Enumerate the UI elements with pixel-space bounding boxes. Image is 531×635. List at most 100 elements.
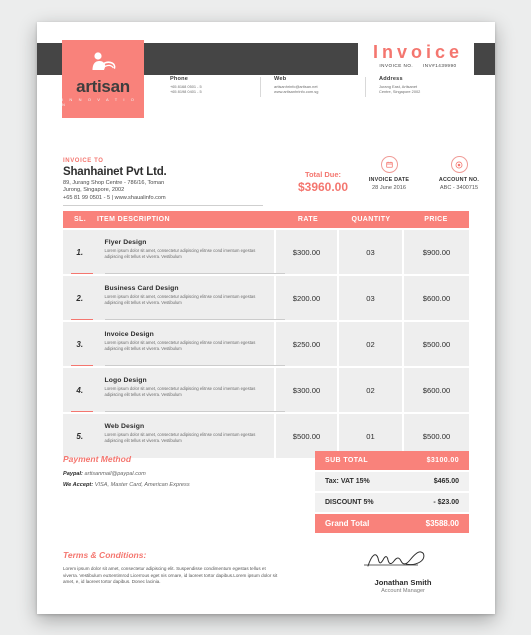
totals-block: SUB TOTAL $3100.00 Tax: VAT 15% $465.00 … — [315, 451, 469, 533]
signer-role: Account Manager — [381, 588, 425, 594]
contact-value: +65 8198 0401 - 5 — [170, 89, 202, 95]
cell-quantity: 03 — [339, 276, 403, 320]
discount-label: DISCOUNT 5% — [325, 499, 374, 506]
cell-price: $500.00 — [404, 322, 469, 366]
row-divider — [105, 273, 285, 274]
discount-row: DISCOUNT 5% - $23.00 — [315, 493, 469, 512]
row-divider — [105, 319, 285, 320]
cell-price: $600.00 — [404, 276, 469, 320]
grand-total-row: Grand Total $3588.00 — [315, 514, 469, 533]
contact-label: Phone — [170, 76, 189, 82]
cell-sl: 1. — [63, 230, 97, 274]
cell-rate: $200.00 — [275, 276, 338, 320]
company-logo: artisan I N N O V A T I O N — [62, 40, 144, 118]
total-due-block: Total Due: $3960.00 — [289, 170, 357, 194]
item-title: Flyer Design — [104, 239, 147, 246]
table-row: 4. Logo Design Lorem ipsum dolor sit ame… — [63, 368, 469, 412]
bill-to-divider — [63, 205, 263, 206]
item-description: Lorem ipsum dolor sit amet, consectetur … — [104, 248, 256, 259]
account-number-label: ACCOUNT NO. — [438, 177, 480, 183]
contact-block-phone: Phone +65 8168 0501 - 5 +65 8198 0401 - … — [170, 76, 260, 94]
bill-to-block: INVOICE TO Shanhainet Pvt Ltd. 89, Juran… — [63, 158, 263, 202]
column-header-sl: SL. — [73, 216, 87, 223]
artisan-craftsman-icon — [90, 51, 116, 76]
invoice-date-block: INVOICE DATE 28 June 2016 — [349, 156, 429, 191]
contact-label: Address — [379, 76, 403, 82]
cell-sl: 2. — [63, 276, 97, 320]
item-description: Lorem ipsum dolor sit amet, consectetur … — [104, 386, 256, 397]
tax-value: $465.00 — [433, 478, 459, 485]
cell-quantity: 02 — [339, 322, 403, 366]
invoice-document: Invoice INVOICE NO. INV#1439990 artisan … — [37, 22, 495, 614]
signer-name: Jonathan Smith — [374, 578, 432, 587]
cell-quantity: 02 — [339, 368, 403, 412]
cell-price: $600.00 — [404, 368, 469, 412]
grand-total-label: Grand Total — [325, 519, 370, 528]
cell-rate: $300.00 — [275, 368, 338, 412]
page-title: Invoice — [372, 42, 464, 62]
table-row: 3. Invoice Design Lorem ipsum dolor sit … — [63, 322, 469, 366]
subtotal-row: SUB TOTAL $3100.00 — [315, 451, 469, 470]
contact-label: Web — [274, 76, 287, 82]
cell-rate: $250.00 — [275, 322, 338, 366]
accepted-cards-line: We Accept: VISA, Master Card, American E… — [63, 482, 283, 488]
contact-block-address: Address Jurang East, Artisanet Centre, S… — [365, 76, 470, 98]
terms-title: Terms & Conditions: — [63, 550, 147, 560]
cell-sl: 4. — [63, 368, 97, 412]
invoice-number-line: INVOICE NO. INV#1439990 — [358, 63, 478, 68]
row-divider — [105, 365, 285, 366]
account-number-block: ACCOUNT NO. ABC - 3400715 — [419, 156, 495, 191]
cell-sl: 5. — [63, 414, 97, 458]
contact-value: Centre, Singapore 2002 — [379, 89, 421, 95]
calendar-icon — [380, 156, 398, 173]
contact-value: www.artisanhrinfo.com.sg — [274, 89, 319, 95]
line-items-table: SL. ITEM DESCRIPTION RATE QUANTITY PRICE… — [63, 211, 469, 458]
table-row: 2. Business Card Design Lorem ipsum dolo… — [63, 276, 469, 320]
bill-to-label: INVOICE TO — [63, 158, 104, 164]
cell-description: Business Card Design Lorem ipsum dolor s… — [96, 276, 274, 320]
invoice-number-value: INV#1439990 — [423, 63, 457, 68]
logo-tagline: I N N O V A T I O N — [62, 97, 137, 107]
payment-method-block: Payment Method Paypal: artisanmail@paypa… — [63, 454, 283, 493]
tax-row: Tax: VAT 15% $465.00 — [315, 472, 469, 491]
cell-sl: 3. — [63, 322, 97, 366]
paypal-label: Paypal: — [63, 471, 83, 477]
terms-block: Terms & Conditions: Lorem ipsum dolor si… — [63, 550, 278, 586]
client-contact-line: +65 81 99 0501 - 5 | www.shaualinfo.com — [63, 194, 166, 201]
logo-wordmark: artisan — [76, 77, 130, 96]
table-header-row: SL. ITEM DESCRIPTION RATE QUANTITY PRICE — [63, 211, 469, 228]
client-address-line-2: Jurong, Singapore, 2002 — [63, 187, 125, 194]
account-number-value: ABC - 3400715 — [439, 185, 479, 191]
row-accent-marker — [71, 410, 93, 412]
item-title: Business Card Design — [104, 285, 179, 292]
signature-block: Jonathan Smith Account Manager — [337, 546, 469, 594]
item-title: Invoice Design — [104, 331, 154, 338]
column-header-rate: RATE — [297, 216, 319, 223]
item-description: Lorem ipsum dolor sit amet, consectetur … — [104, 294, 256, 305]
column-header-price: PRICE — [424, 216, 448, 223]
discount-value: - $23.00 — [433, 499, 459, 506]
item-description: Lorem ipsum dolor sit amet, consectetur … — [104, 432, 256, 443]
tax-label: Tax: VAT 15% — [325, 478, 370, 485]
cell-description: Invoice Design Lorem ipsum dolor sit ame… — [96, 322, 274, 366]
column-header-quantity: QUANTITY — [351, 216, 391, 223]
cell-rate: $300.00 — [275, 230, 338, 274]
invoice-number-label: INVOICE NO. — [379, 63, 414, 68]
total-due-amount: $3960.00 — [297, 180, 349, 194]
total-due-label: Total Due: — [304, 170, 342, 179]
item-title: Web Design — [104, 423, 145, 430]
payment-method-title: Payment Method — [63, 454, 132, 464]
accepted-cards-value: VISA, Master Card, American Express — [94, 482, 190, 488]
accepted-cards-label: We Accept: — [63, 482, 94, 488]
cell-description: Flyer Design Lorem ipsum dolor sit amet,… — [96, 230, 274, 274]
row-accent-marker — [71, 364, 93, 366]
screenshot-canvas: Invoice INVOICE NO. INV#1439990 artisan … — [0, 0, 531, 635]
contact-block-web: Web artisanhrinfo@artisan.net www.artisa… — [260, 76, 365, 98]
grand-total-value: $3588.00 — [425, 519, 459, 528]
row-accent-marker — [71, 318, 93, 320]
invoice-date-value: 28 June 2016 — [372, 185, 406, 191]
paypal-line: Paypal: artisanmail@paypal.com — [63, 471, 283, 477]
column-header-description: ITEM DESCRIPTION — [97, 216, 170, 223]
cell-description: Web Design Lorem ipsum dolor sit amet, c… — [96, 414, 274, 458]
cell-quantity: 03 — [339, 230, 403, 274]
